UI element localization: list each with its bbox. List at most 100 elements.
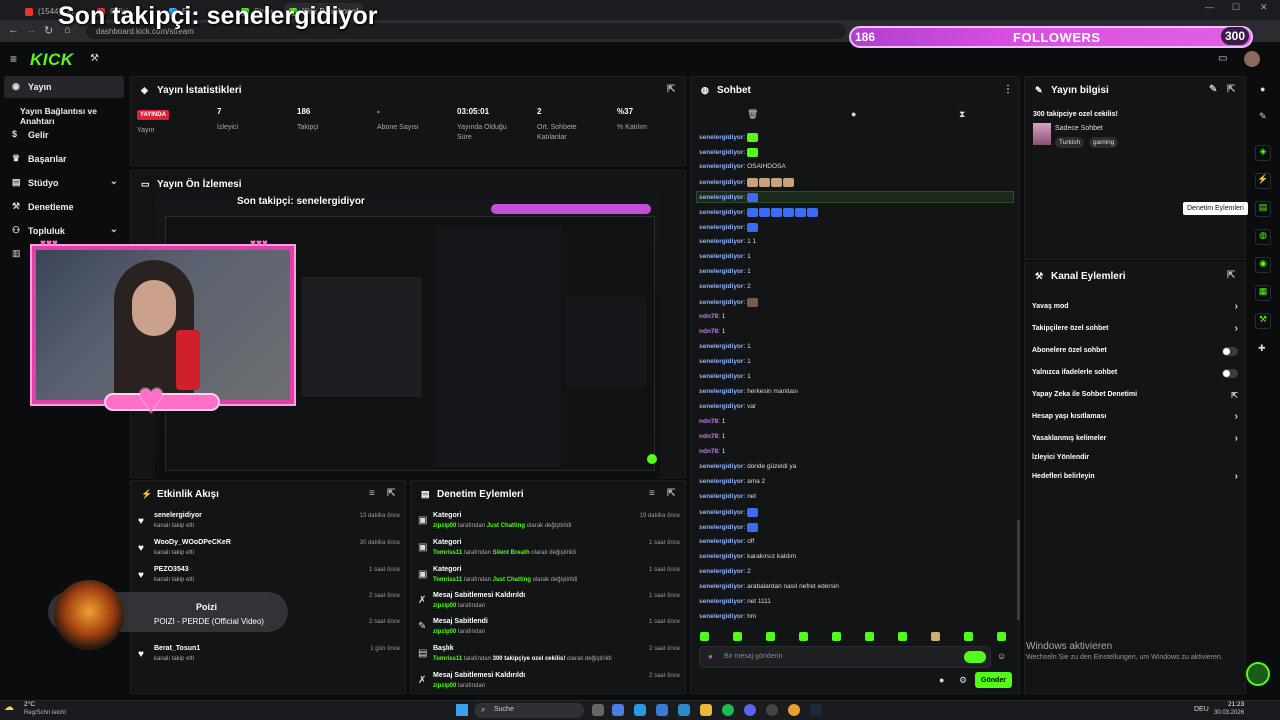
chat-message[interactable]: senelergidiyor: 1 (699, 373, 751, 385)
discord-icon[interactable] (744, 704, 756, 716)
lightning-icon[interactable]: ⚡ (1255, 173, 1271, 189)
chat-username[interactable]: senelergidiyor (699, 568, 743, 575)
sidebar-item-denetleme[interactable]: ⚒ Denetleme (4, 196, 124, 218)
chat-username[interactable]: senelergidiyor (699, 209, 743, 216)
chat-username[interactable]: senelergidiyor (699, 194, 743, 201)
trash-icon[interactable]: 🗑 (747, 109, 758, 120)
chat-message[interactable]: senelergidiyor: (699, 208, 819, 220)
file-explorer-icon[interactable] (700, 704, 712, 716)
chat-username[interactable]: senelergidiyor (699, 179, 743, 186)
gear-icon[interactable]: ⚙ (959, 675, 967, 686)
language-indicator[interactable]: DEU (1194, 706, 1209, 713)
broadcast-icon[interactable]: ◉ (1255, 257, 1271, 273)
chat-username[interactable]: senelergidiyor (699, 253, 743, 260)
layout-icon[interactable]: ▦ (1255, 285, 1271, 301)
chat-message[interactable]: senelergidiyor: net (699, 493, 756, 505)
chat-message[interactable]: senelergidiyor: (699, 178, 795, 190)
chat-username[interactable]: senelergidiyor (699, 238, 743, 245)
chat-username[interactable]: senelergidiyor (699, 598, 743, 605)
chat-message[interactable]: senelergidiyor: 2 (699, 283, 751, 295)
chat-message[interactable]: senelergidiyor: 1 (699, 343, 751, 355)
task-view-icon[interactable] (592, 704, 604, 716)
chat-message[interactable]: senelergidiyor: (699, 523, 759, 535)
quick-emote-icon[interactable] (964, 632, 973, 641)
chat-username[interactable]: ndn78 (699, 313, 718, 320)
chat-message[interactable]: senelergidiyor: (699, 148, 759, 160)
chat-username[interactable]: senelergidiyor (699, 358, 743, 365)
copilot-icon[interactable] (612, 704, 624, 716)
more-options-icon[interactable]: ⋮ (1003, 84, 1013, 95)
chat-username[interactable]: senelergidiyor (699, 268, 743, 275)
toggle-switch[interactable] (1222, 347, 1238, 356)
quick-emote-icon[interactable] (931, 632, 940, 641)
quick-emote-icon[interactable] (733, 632, 742, 641)
wrench-icon[interactable]: ⚒ (1255, 313, 1271, 329)
clock-time[interactable]: 21:23 (1228, 701, 1244, 708)
sidebar-item-studyo[interactable]: ▤ Stüdyo ⌄ (4, 172, 124, 194)
quick-emote-icon[interactable] (832, 632, 841, 641)
chat-username[interactable]: senelergidiyor (699, 583, 743, 590)
chat-settings-icon[interactable]: ● (939, 675, 944, 685)
chat-message[interactable]: senelergidiyor: OSAIHDOSA (699, 163, 786, 175)
chat-message[interactable]: ndn78: 1 (699, 418, 725, 430)
windows-start-icon[interactable] (456, 704, 468, 716)
chat-message[interactable]: senelergidiyor: 2 (699, 568, 751, 580)
reload-icon[interactable]: ↻ (44, 24, 53, 37)
store-icon[interactable] (656, 704, 668, 716)
sidebar-item-basarilar[interactable]: ♛ Başarılar (4, 148, 124, 170)
menu-icon[interactable]: ≡ (10, 52, 17, 66)
chat-username[interactable]: senelergidiyor (699, 524, 743, 531)
chat-message[interactable]: senelergidiyor: net 1111 (699, 598, 771, 610)
spotify-icon[interactable] (722, 704, 734, 716)
chat-message[interactable]: senelergidiyor: hm (699, 613, 756, 625)
chat-username[interactable]: ndn78 (699, 328, 718, 335)
action-slow-mode[interactable]: Yavaş mod › (1032, 301, 1238, 325)
action-subscribers-only[interactable]: Abonelere özel sohbet (1032, 347, 1238, 369)
quick-emote-icon[interactable] (997, 632, 1006, 641)
wallet-icon[interactable]: ▭ (1218, 53, 1227, 64)
external-link-icon[interactable]: ⇱ (667, 84, 675, 95)
sidebar-item-stream-key[interactable]: Yayın Bağlantısı ve Anahtarı (4, 100, 124, 126)
quick-emote-icon[interactable] (865, 632, 874, 641)
chat-username[interactable]: ndn78 (699, 418, 718, 425)
chat-message[interactable]: senelergidiyor: ama 2 (699, 478, 765, 490)
moderation-icon[interactable]: ▤ (1255, 201, 1271, 217)
chat-icon[interactable]: ◍ (1255, 229, 1271, 245)
chat-message[interactable]: senelergidiyor: arabalardan nasıl nefret… (699, 583, 839, 595)
chat-username[interactable]: ndn78 (699, 448, 718, 455)
chat-message[interactable]: ndn78: 1 (699, 328, 725, 340)
pencil-icon[interactable]: ✎ (1259, 111, 1267, 122)
plus-icon[interactable]: ✚ (1258, 343, 1266, 354)
chat-username[interactable]: senelergidiyor (699, 224, 743, 231)
action-ai-moderation[interactable]: Yapay Zeka ile Sohbet Denetimi ⇱ (1032, 391, 1238, 413)
clock-date[interactable]: 30.03.2026 (1214, 710, 1244, 716)
steam-icon[interactable] (810, 704, 822, 716)
quick-emote-icon[interactable] (898, 632, 907, 641)
book-icon[interactable]: ▥ (12, 248, 21, 259)
chat-username[interactable]: senelergidiyor (699, 373, 743, 380)
back-icon[interactable]: ← (8, 24, 19, 36)
edit-icon[interactable]: ✎ (1209, 84, 1217, 95)
chat-username[interactable]: senelergidiyor (699, 509, 743, 516)
chat-message[interactable]: senelergidiyor: (699, 223, 759, 235)
chat-message[interactable]: senelergidiyor: doride güzeldi ya (699, 463, 796, 475)
quick-emote-icon[interactable] (799, 632, 808, 641)
chat-username[interactable]: senelergidiyor (699, 163, 743, 170)
chat-message[interactable]: ndn78: 1 (699, 313, 725, 325)
taskbar-search[interactable]: ⌕ Suche (474, 703, 584, 718)
info-icon[interactable]: ● (1260, 84, 1265, 94)
sidebar-item-gelir[interactable]: $ Gelir (4, 124, 124, 146)
chat-message[interactable]: senelergidiyor: (699, 133, 759, 145)
chat-message[interactable]: senelergidiyor: var (699, 403, 756, 415)
obs-icon[interactable] (766, 704, 778, 716)
chat-username[interactable]: senelergidiyor (699, 283, 743, 290)
chat-message[interactable]: senelergidiyor: 1 (699, 253, 751, 265)
chat-username[interactable]: senelergidiyor (699, 538, 743, 545)
action-account-age[interactable]: Hesap yaşı kısıtlaması › (1032, 411, 1238, 435)
chat-username[interactable]: senelergidiyor (699, 493, 743, 500)
chat-message[interactable]: senelergidiyor: off (699, 538, 754, 550)
action-set-goals[interactable]: Hedefleri belirleyin › (1032, 471, 1238, 495)
emote-toggle-icon[interactable] (964, 651, 986, 663)
hourglass-icon[interactable]: ⧗ (959, 109, 965, 120)
external-link-icon[interactable]: ⇱ (667, 488, 675, 499)
